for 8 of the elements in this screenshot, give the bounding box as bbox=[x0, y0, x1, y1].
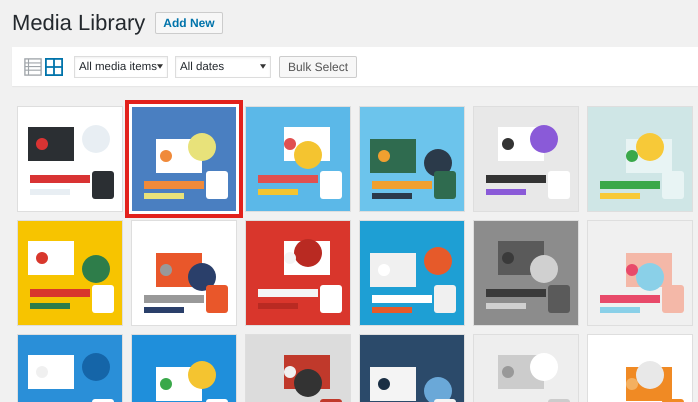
add-new-button[interactable]: Add New bbox=[155, 12, 223, 34]
page-title: Media Library bbox=[12, 10, 146, 36]
date-dropdown[interactable]: All dates bbox=[175, 56, 271, 78]
caret-icon bbox=[260, 64, 266, 69]
caret-icon bbox=[157, 64, 163, 69]
media-type-dropdown[interactable]: All media items bbox=[74, 56, 168, 78]
bulk-select-button[interactable]: Bulk Select bbox=[279, 56, 358, 78]
grid-view-icon[interactable] bbox=[45, 58, 63, 76]
